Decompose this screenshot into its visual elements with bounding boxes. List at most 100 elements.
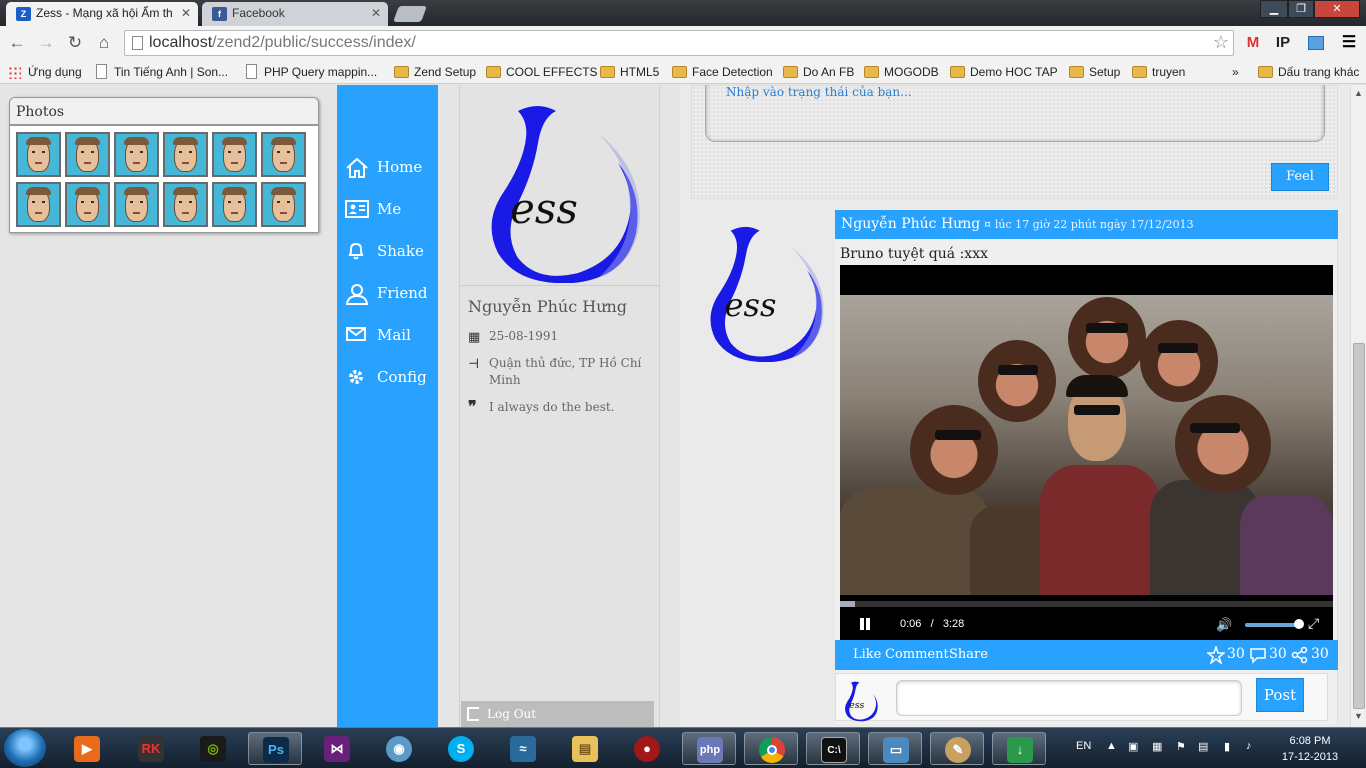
bookmark-folder[interactable]: Setup (1069, 63, 1120, 81)
nav-friend[interactable]: Friend (345, 279, 437, 307)
page-scrollbar[interactable]: ▲ ▼ (1350, 85, 1366, 727)
start-button[interactable] (4, 729, 46, 767)
back-button[interactable]: ← (5, 31, 29, 55)
photo-thumbnail[interactable] (114, 132, 159, 177)
taskbar-php[interactable]: php (682, 732, 736, 765)
photo-thumbnail[interactable] (65, 182, 110, 227)
reload-button[interactable]: ↻ (63, 31, 87, 55)
volume-icon[interactable]: 🔊 (1216, 617, 1232, 633)
taskbar-photoshop[interactable]: Ps (248, 732, 302, 765)
fullscreen-icon[interactable]: ⤢ (1308, 615, 1319, 632)
scroll-thumb[interactable] (1353, 343, 1365, 709)
nav-home[interactable]: Home (345, 153, 437, 181)
nav-shake[interactable]: Shake (345, 237, 437, 265)
share-count[interactable]: 30 (1291, 646, 1329, 664)
network-icon[interactable]: ▮ (1224, 740, 1230, 753)
photo-thumbnail[interactable] (212, 132, 257, 177)
comment-count[interactable]: 30 (1249, 646, 1287, 664)
comment-button[interactable]: Comment (885, 647, 949, 662)
video-progress-bar[interactable] (840, 601, 1333, 607)
home-button[interactable]: ⌂ (92, 31, 116, 55)
share-button[interactable]: Share (949, 647, 988, 662)
logout-button[interactable]: Log Out (461, 701, 654, 727)
taskbar-media-player[interactable]: ▶ (60, 732, 114, 765)
photo-thumbnail[interactable] (16, 132, 61, 177)
post-comment-button[interactable]: Post (1256, 678, 1304, 712)
bookmark-folder[interactable]: Do An FB (783, 63, 854, 81)
nav-mail[interactable]: Mail (345, 321, 437, 349)
photo-thumbnail[interactable] (163, 132, 208, 177)
tray-expand-icon[interactable]: ▲ (1106, 740, 1117, 752)
bookmark-folder[interactable]: MOGODB (864, 63, 939, 81)
nav-me[interactable]: Me (345, 195, 437, 223)
system-clock[interactable]: 6:08 PM 17-12-2013 (1268, 733, 1352, 765)
address-bar[interactable]: localhost/zend2/public/success/index/ ☆ (124, 30, 1234, 56)
taskbar-chrome[interactable] (744, 732, 798, 765)
taskbar-dolphin[interactable]: ≈ (496, 732, 550, 765)
bookmark-item[interactable]: Tin Tiếng Anh | Son... (94, 63, 228, 81)
tray-app-icon[interactable]: ▤ (1198, 740, 1208, 753)
photo-thumbnail[interactable] (212, 182, 257, 227)
new-tab-button[interactable] (393, 6, 427, 22)
gmail-icon[interactable]: M (1242, 32, 1264, 54)
bookmark-folder[interactable]: Face Detection (672, 63, 773, 81)
taskbar-skype[interactable]: S (434, 732, 488, 765)
taskbar-visual-studio[interactable]: ⋈ (310, 732, 364, 765)
bookmark-folder[interactable]: truyen (1132, 63, 1185, 81)
close-window-button[interactable]: ✕ (1314, 0, 1360, 18)
bookmark-folder[interactable]: HTML5 (600, 63, 659, 81)
photo-thumbnail[interactable] (163, 182, 208, 227)
tab-facebook[interactable]: f Facebook ✕ (202, 2, 388, 26)
close-tab-icon[interactable]: ✕ (371, 6, 381, 20)
close-tab-icon[interactable]: ✕ (181, 6, 191, 20)
tray-app-icon[interactable]: ▣ (1128, 740, 1138, 753)
extension-icon[interactable] (1305, 32, 1327, 54)
scroll-up-arrow-icon[interactable]: ▲ (1354, 88, 1363, 98)
post-author-link[interactable]: Nguyễn Phúc Hưng (841, 216, 980, 232)
taskbar-red-app[interactable]: ● (620, 732, 674, 765)
bookmark-apps[interactable]: Ứng dụng (8, 63, 82, 81)
maximize-button[interactable]: ❐ (1288, 0, 1314, 18)
photo-thumbnail[interactable] (114, 182, 159, 227)
like-count[interactable]: 30 (1207, 646, 1245, 664)
photo-thumbnail[interactable] (261, 182, 306, 227)
volume-handle[interactable] (1294, 619, 1304, 629)
taskbar-cat-app[interactable]: ◉ (372, 732, 426, 765)
photo-thumbnail[interactable] (261, 132, 306, 177)
bookmark-item[interactable]: PHP Query mappin... (244, 63, 377, 81)
bookmark-folder[interactable]: Zend Setup (394, 63, 476, 81)
scroll-down-arrow-icon[interactable]: ▼ (1354, 711, 1363, 721)
tray-flag-icon[interactable]: ⚑ (1176, 740, 1186, 753)
post-author-avatar[interactable]: ess (700, 217, 830, 362)
bookmarks-overflow-button[interactable]: » (1214, 63, 1239, 81)
photo-thumbnail[interactable] (16, 182, 61, 227)
like-button[interactable]: Like (853, 647, 881, 662)
volume-slider[interactable] (1245, 623, 1301, 627)
forward-button[interactable]: → (34, 31, 58, 55)
tab-zess[interactable]: Z Zess - Mạng xã hội Ẩm th ✕ (6, 2, 198, 26)
video-player[interactable]: 0:06 / 3:28 🔊 ⤢ (840, 265, 1333, 640)
menu-icon[interactable]: ☰ (1338, 32, 1360, 54)
bookmark-folder[interactable]: Demo HOC TAP (950, 63, 1058, 81)
zess-logo[interactable]: ess (478, 93, 648, 283)
bookmark-star-icon[interactable]: ☆ (1213, 32, 1229, 53)
tray-app-icon[interactable]: ▦ (1152, 740, 1162, 753)
taskbar-rk[interactable]: RK (124, 732, 178, 765)
taskbar-cmd[interactable]: C:\ (806, 732, 860, 765)
language-indicator[interactable]: EN (1076, 740, 1091, 752)
taskbar-paint[interactable]: ✎ (930, 732, 984, 765)
status-input[interactable]: Nhập vào trạng thái của bạn... (705, 85, 1325, 142)
comment-input[interactable] (896, 680, 1242, 716)
feel-button[interactable]: Feel (1271, 163, 1329, 191)
taskbar-nvidia[interactable]: ◎ (186, 732, 240, 765)
other-bookmarks-folder[interactable]: Dấu trang khác (1258, 63, 1359, 81)
taskbar-idm[interactable]: ↓ (992, 732, 1046, 765)
pause-icon[interactable] (860, 618, 864, 630)
taskbar-photo-viewer[interactable]: ▭ (868, 732, 922, 765)
volume-tray-icon[interactable]: ♪ (1246, 740, 1252, 752)
minimize-button[interactable]: ▁ (1260, 0, 1288, 18)
bookmark-folder[interactable]: COOL EFFECTS (486, 63, 598, 81)
nav-config[interactable]: Config (345, 363, 437, 391)
taskbar-explorer[interactable]: ▤ (558, 732, 612, 765)
ip-icon[interactable]: IP (1272, 32, 1294, 54)
